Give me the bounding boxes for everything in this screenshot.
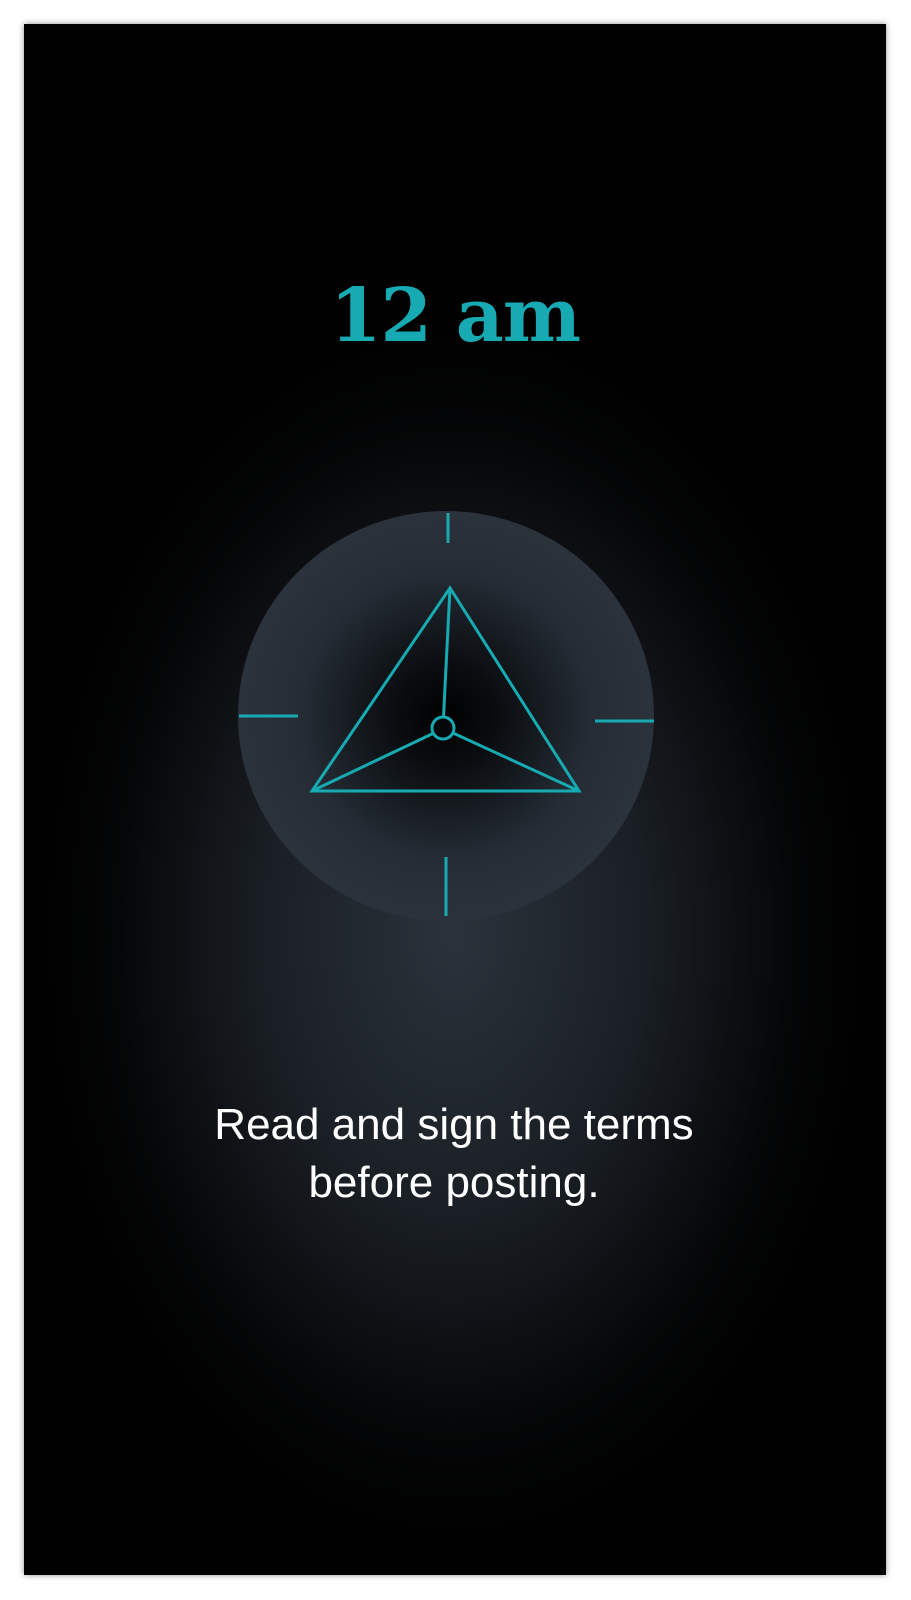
terms-message-line-1: Read and sign the terms xyxy=(214,1100,694,1149)
terms-message-line-2: before posting. xyxy=(308,1158,600,1207)
app-screen: 12 am Read and sign the terms before pos… xyxy=(24,24,886,1575)
triangle-compass-icon xyxy=(238,511,654,921)
dial-center-hub xyxy=(430,715,456,741)
terms-message: Read and sign the terms before posting. xyxy=(104,1096,804,1212)
